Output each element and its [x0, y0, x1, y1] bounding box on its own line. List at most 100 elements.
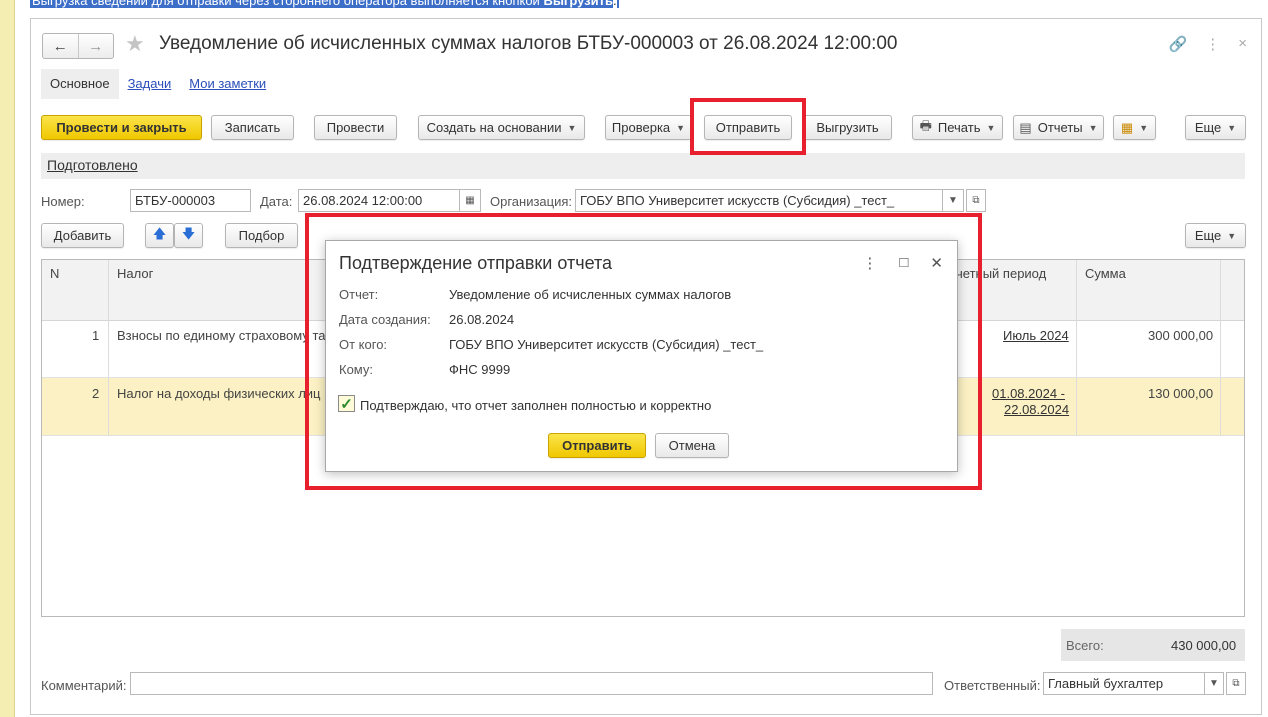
- dropdown-arrow-icon[interactable]: ▼: [1204, 672, 1224, 695]
- organization-label: Организация:: [490, 194, 573, 209]
- reports-button[interactable]: ▤ Отчеты ▼: [1013, 115, 1104, 140]
- row-period-start[interactable]: 01.08.2024 -: [992, 386, 1065, 401]
- link-icon[interactable]: 🔗: [1169, 35, 1188, 53]
- left-background-strip: [0, 0, 15, 717]
- chevron-down-icon: ▼: [1088, 122, 1098, 133]
- dialog-tools: ⋮ □ ✕: [862, 254, 943, 272]
- date-field[interactable]: 26.08.2024 12:00:00: [298, 189, 460, 212]
- row-period[interactable]: Июль 2024: [1003, 328, 1069, 343]
- total-label: Всего:: [1066, 638, 1104, 653]
- attachments-button[interactable]: ▦ ▼: [1113, 115, 1156, 140]
- dialog-cancel-button[interactable]: Отмена: [655, 433, 729, 458]
- send-confirmation-dialog: Подтверждение отправки отчета ⋮ □ ✕ Отче…: [325, 240, 958, 472]
- confirm-checkbox[interactable]: ✓: [338, 395, 355, 413]
- tab-tasks[interactable]: Задачи: [119, 69, 181, 99]
- from-value: ГОБУ ВПО Университет искусств (Субсидия)…: [449, 337, 764, 352]
- instruction-caption: Выгрузка сведений для отправки через сто…: [30, 0, 619, 8]
- header-tax[interactable]: Налог: [117, 266, 153, 281]
- row-tax: Налог на доходы физических лиц: [117, 386, 321, 401]
- printer-icon: 🖶: [919, 117, 932, 133]
- checkmark-icon: ✓: [340, 395, 353, 413]
- select-button[interactable]: Подбор: [225, 223, 298, 248]
- favorite-star-icon[interactable]: ★: [125, 31, 145, 57]
- status-link[interactable]: Подготовлено: [47, 157, 138, 173]
- responsible-field[interactable]: Главный бухгалтер: [1043, 672, 1205, 695]
- save-button[interactable]: Записать: [211, 115, 294, 140]
- tab-my-notes[interactable]: Мои заметки: [180, 69, 275, 99]
- confirm-label[interactable]: Подтверждаю, что отчет заполнен полность…: [360, 398, 711, 413]
- row-period-end[interactable]: 22.08.2024: [1004, 402, 1069, 417]
- check-button[interactable]: Проверка ▼: [605, 115, 692, 140]
- window-tools: 🔗 ⋮ ×: [1169, 35, 1247, 53]
- open-form-icon[interactable]: ⧉: [1226, 672, 1246, 695]
- document-clock-icon: ▦: [1120, 119, 1134, 135]
- create-based-on-button[interactable]: Создать на основании ▼: [418, 115, 585, 140]
- document-tabs: Основное Задачи Мои заметки: [41, 69, 275, 99]
- back-button[interactable]: ←: [43, 34, 78, 58]
- row-tax: Взносы по единому страховому та: [117, 328, 326, 343]
- send-button-highlight: [690, 98, 806, 155]
- more-label: Еще: [1194, 120, 1222, 135]
- dialog-send-button[interactable]: Отправить: [548, 433, 646, 458]
- report-value: Уведомление об исчисленных суммах налого…: [449, 287, 732, 302]
- create-based-on-label: Создать на основании: [426, 120, 562, 135]
- number-field[interactable]: БТБУ-000003: [130, 189, 251, 212]
- header-n[interactable]: N: [50, 266, 59, 281]
- print-button[interactable]: 🖶 Печать ▼: [912, 115, 1003, 140]
- print-label: Печать: [937, 120, 981, 135]
- responsible-label: Ответственный:: [944, 678, 1041, 693]
- row-sum: 130 000,00: [1148, 386, 1214, 401]
- open-form-icon[interactable]: ⧉: [966, 189, 986, 212]
- table-more-button[interactable]: Еще ▼: [1185, 223, 1246, 248]
- tab-main[interactable]: Основное: [41, 69, 119, 99]
- organization-field[interactable]: ГОБУ ВПО Университет искусств (Субсидия)…: [575, 189, 943, 212]
- chevron-down-icon: ▼: [1139, 122, 1149, 133]
- upload-button[interactable]: Выгрузить: [803, 115, 892, 140]
- row-number: 2: [92, 386, 100, 401]
- calendar-icon[interactable]: ▦: [459, 189, 481, 212]
- chevron-down-icon: ▼: [1227, 230, 1237, 241]
- column-divider: [1220, 260, 1221, 436]
- navigation-buttons: ← →: [42, 33, 114, 59]
- more-vertical-icon[interactable]: ⋮: [1205, 35, 1220, 53]
- created-label: Дата создания:: [339, 312, 431, 327]
- from-label: От кого:: [339, 337, 388, 352]
- maximize-icon[interactable]: □: [899, 254, 908, 272]
- close-icon[interactable]: ×: [1238, 35, 1247, 53]
- comment-input[interactable]: [130, 672, 933, 695]
- column-divider: [1076, 260, 1077, 436]
- row-number: 1: [92, 328, 100, 343]
- dialog-title: Подтверждение отправки отчета: [339, 253, 613, 273]
- report-label: Отчет:: [339, 287, 379, 302]
- row-sum: 300 000,00: [1148, 328, 1214, 343]
- table-more-label: Еще: [1194, 228, 1222, 243]
- report-icon: ▤: [1019, 119, 1032, 135]
- column-divider: [108, 260, 109, 436]
- status-bar: Подготовлено: [41, 153, 1245, 179]
- to-value: ФНС 9999: [449, 362, 511, 377]
- document-title: Уведомление об исчисленных суммах налого…: [159, 33, 898, 54]
- arrow-left-icon: ←: [52, 37, 68, 55]
- chevron-down-icon: ▼: [676, 122, 686, 133]
- created-value: 26.08.2024: [449, 312, 515, 327]
- comment-label: Комментарий:: [41, 678, 127, 693]
- more-button[interactable]: Еще ▼: [1185, 115, 1246, 140]
- close-icon[interactable]: ✕: [930, 254, 943, 272]
- post-button[interactable]: Провести: [314, 115, 397, 140]
- total-value: 430 000,00: [1171, 638, 1237, 653]
- forward-button[interactable]: →: [77, 34, 114, 58]
- move-down-icon[interactable]: 🡇: [174, 223, 203, 248]
- more-vertical-icon[interactable]: ⋮: [862, 254, 877, 272]
- move-up-icon[interactable]: 🡅: [145, 223, 174, 248]
- chevron-down-icon: ▼: [986, 122, 996, 133]
- reports-label: Отчеты: [1037, 120, 1083, 135]
- add-row-button[interactable]: Добавить: [41, 223, 124, 248]
- chevron-down-icon: ▼: [567, 122, 577, 133]
- arrow-right-icon: →: [88, 37, 104, 55]
- post-and-close-button[interactable]: Провести и закрыть: [41, 115, 202, 140]
- to-label: Кому:: [339, 362, 373, 377]
- total-box: Всего: 430 000,00: [1061, 629, 1245, 661]
- date-label: Дата:: [260, 194, 293, 209]
- dropdown-arrow-icon[interactable]: ▼: [942, 189, 964, 212]
- header-sum[interactable]: Сумма: [1085, 266, 1126, 281]
